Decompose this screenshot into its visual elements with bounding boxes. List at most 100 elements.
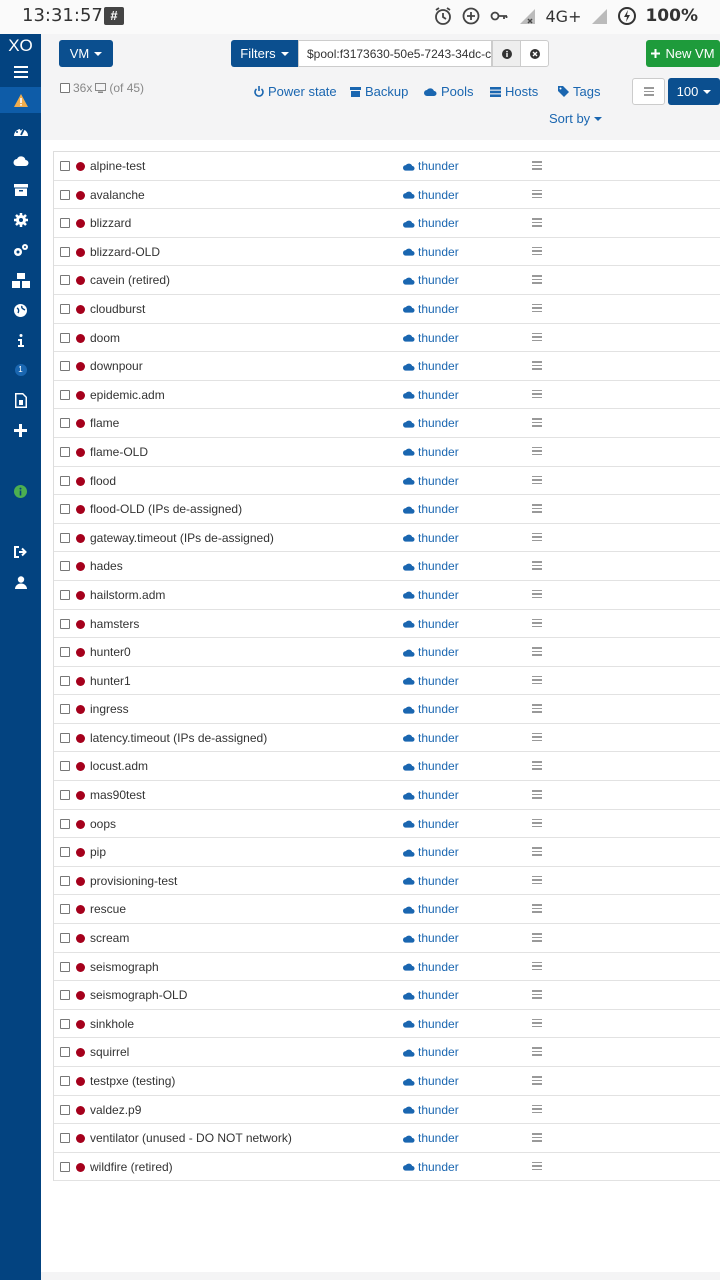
table-row[interactable]: blizzard thunder	[54, 209, 720, 238]
row-menu-icon[interactable]	[532, 389, 542, 399]
vm-pool-link[interactable]: thunder	[403, 474, 459, 488]
sidebar-item-dashboard[interactable]	[0, 118, 41, 144]
xo-logo[interactable]: XO	[0, 36, 41, 56]
vm-pool-link[interactable]: thunder	[403, 359, 459, 373]
vm-pool-link[interactable]: thunder	[403, 645, 459, 659]
row-menu-icon[interactable]	[532, 847, 542, 856]
vm-name-link[interactable]: epidemic.adm	[90, 388, 165, 402]
vm-pool-link[interactable]: thunder	[403, 874, 459, 888]
page-size-select[interactable]: 100	[668, 78, 720, 105]
row-menu-icon[interactable]	[532, 732, 542, 742]
sidebar-item-sign-out[interactable]	[0, 539, 41, 565]
row-checkbox[interactable]	[60, 761, 70, 772]
vm-name-link[interactable]: hades	[90, 559, 123, 573]
vm-pool-link[interactable]: thunder	[403, 931, 459, 945]
vm-pool-link[interactable]: thunder	[403, 331, 459, 345]
vm-pool-link[interactable]: thunder	[403, 1017, 459, 1031]
sidebar-item-proxy[interactable]	[0, 297, 41, 323]
row-checkbox[interactable]	[60, 246, 70, 257]
vm-name-link[interactable]: doom	[90, 331, 120, 345]
table-row[interactable]: flood thunder	[54, 467, 720, 496]
table-row[interactable]: ingress thunder	[54, 695, 720, 724]
select-mode-button[interactable]	[632, 78, 665, 105]
sidebar-item-alerts[interactable]	[0, 87, 41, 113]
vm-pool-link[interactable]: thunder	[403, 759, 459, 773]
row-checkbox[interactable]	[60, 275, 70, 286]
vm-pool-link[interactable]: thunder	[403, 588, 459, 602]
row-menu-icon[interactable]	[532, 875, 542, 885]
table-row[interactable]: doom thunder	[54, 324, 720, 353]
table-row[interactable]: rescue thunder	[54, 895, 720, 925]
type-select-button[interactable]: VM	[59, 40, 113, 67]
row-menu-icon[interactable]	[532, 418, 542, 427]
table-row[interactable]: oops thunder	[54, 810, 720, 839]
row-checkbox[interactable]	[60, 532, 70, 543]
vm-pool-link[interactable]: thunder	[403, 1103, 459, 1117]
vm-name-link[interactable]: blizzard-OLD	[90, 245, 160, 259]
table-row[interactable]: hailstorm.adm thunder	[54, 581, 720, 610]
sidebar-menu-toggle[interactable]	[0, 59, 41, 85]
table-row[interactable]: squirrel thunder	[54, 1038, 720, 1067]
row-checkbox[interactable]	[60, 647, 70, 658]
hosts-filter[interactable]: Hosts	[490, 84, 538, 99]
row-checkbox[interactable]	[60, 389, 70, 400]
table-row[interactable]: blizzard-OLD thunder	[54, 238, 720, 267]
vm-pool-link[interactable]: thunder	[403, 216, 459, 230]
vm-pool-link[interactable]: thunder	[403, 416, 459, 430]
row-checkbox[interactable]	[60, 961, 70, 972]
sidebar-item-jobs[interactable]	[0, 237, 41, 263]
sort-by-dropdown[interactable]: Sort by	[549, 111, 603, 126]
vm-name-link[interactable]: blizzard	[90, 216, 131, 230]
row-menu-icon[interactable]	[532, 246, 542, 256]
row-checkbox[interactable]	[60, 446, 70, 457]
vm-pool-link[interactable]: thunder	[403, 702, 459, 716]
filter-clear-button[interactable]	[520, 40, 549, 67]
table-row[interactable]: epidemic.adm thunder	[54, 381, 720, 410]
row-menu-icon[interactable]	[532, 1076, 542, 1085]
row-menu-icon[interactable]	[532, 475, 542, 485]
row-checkbox[interactable]	[60, 1076, 70, 1086]
vm-pool-link[interactable]: thunder	[403, 617, 459, 631]
row-checkbox[interactable]	[60, 189, 70, 200]
table-row[interactable]: valdez.p9 thunder	[54, 1096, 720, 1125]
row-menu-icon[interactable]	[532, 761, 542, 770]
filter-help-button[interactable]	[492, 40, 521, 67]
row-menu-icon[interactable]	[532, 218, 542, 227]
sidebar-item-hub[interactable]	[0, 267, 41, 293]
row-checkbox[interactable]	[60, 218, 70, 229]
table-row[interactable]: hamsters thunder	[54, 610, 720, 639]
row-menu-icon[interactable]	[532, 561, 542, 570]
table-row[interactable]: testpxe (testing) thunder	[54, 1067, 720, 1096]
sidebar-item-home[interactable]	[0, 147, 41, 173]
row-menu-icon[interactable]	[532, 961, 542, 971]
row-menu-icon[interactable]	[532, 361, 542, 370]
row-checkbox[interactable]	[60, 732, 70, 743]
vm-name-link[interactable]: wildfire (retired)	[90, 1160, 173, 1174]
row-menu-icon[interactable]	[532, 589, 542, 599]
row-checkbox[interactable]	[60, 990, 70, 1001]
pools-filter[interactable]: Pools	[424, 84, 474, 99]
vm-name-link[interactable]: avalanche	[90, 188, 145, 202]
vm-pool-link[interactable]: thunder	[403, 188, 459, 202]
row-menu-icon[interactable]	[532, 1047, 542, 1056]
row-checkbox[interactable]	[60, 933, 70, 944]
vm-name-link[interactable]: downpour	[90, 359, 143, 373]
row-menu-icon[interactable]	[532, 275, 542, 284]
vm-name-link[interactable]: flame	[90, 416, 119, 430]
vm-name-link[interactable]: hamsters	[90, 617, 139, 631]
table-row[interactable]: hunter1 thunder	[54, 667, 720, 696]
row-checkbox[interactable]	[60, 904, 70, 915]
vm-pool-link[interactable]: thunder	[403, 731, 459, 745]
table-row[interactable]: hunter0 thunder	[54, 638, 720, 667]
row-checkbox[interactable]	[60, 1133, 70, 1144]
table-row[interactable]: hades thunder	[54, 552, 720, 581]
vm-name-link[interactable]: pip	[90, 845, 106, 859]
table-row[interactable]: flame-OLD thunder	[54, 438, 720, 467]
sidebar-item-tasks[interactable]: 1	[0, 357, 41, 383]
row-menu-icon[interactable]	[532, 161, 542, 170]
vm-pool-link[interactable]: thunder	[403, 302, 459, 316]
vm-name-link[interactable]: ingress	[90, 702, 129, 716]
row-menu-icon[interactable]	[532, 933, 542, 942]
row-checkbox[interactable]	[60, 332, 70, 343]
vm-pool-link[interactable]: thunder	[403, 788, 459, 802]
